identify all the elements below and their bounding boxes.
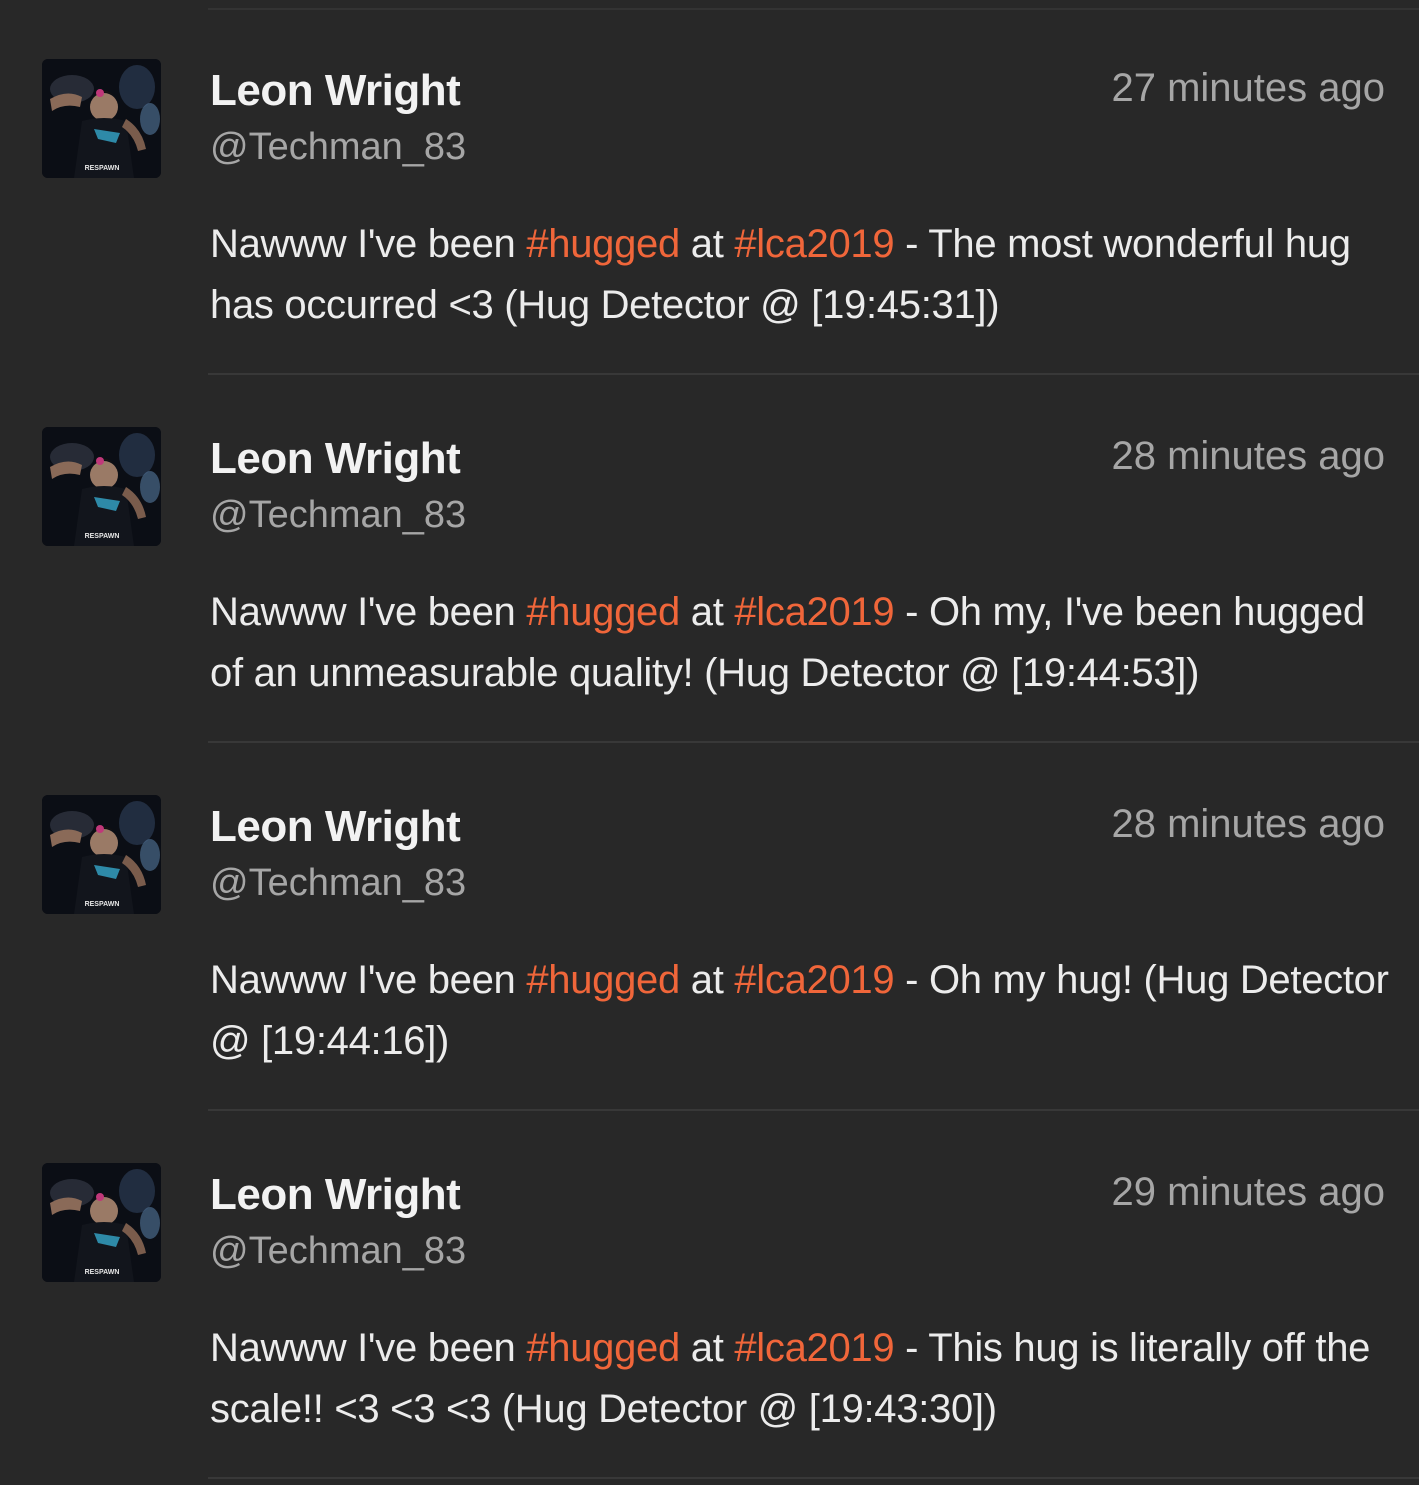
tweet-text-segment: Nawww I've been: [210, 1326, 527, 1370]
avatar[interactable]: RESPAWN: [42, 1163, 161, 1282]
tweet-text: Nawww I've been #hugged at #lca2019 - Oh…: [210, 950, 1390, 1072]
avatar-caption: RESPAWN: [85, 165, 120, 172]
tweet-item[interactable]: RESPAWN Leon Wright @Techman_83 29 minut…: [0, 1104, 1419, 1479]
avatar-caption: RESPAWN: [85, 901, 120, 908]
avatar-image: RESPAWN: [42, 427, 161, 546]
hashtag-link[interactable]: #lca2019: [734, 590, 894, 634]
tweet-text-segment: Nawww I've been: [210, 222, 527, 266]
hashtag-link[interactable]: #hugged: [526, 1326, 680, 1370]
author-handle[interactable]: @Techman_83: [210, 126, 466, 169]
author-name[interactable]: Leon Wright: [210, 1170, 461, 1220]
avatar-image: RESPAWN: [42, 1163, 161, 1282]
tweet-divider: [208, 1477, 1419, 1479]
tweet-text-segment: at: [679, 1326, 735, 1370]
author-name[interactable]: Leon Wright: [210, 802, 461, 852]
tweet-item[interactable]: RESPAWN Leon Wright @Techman_83 28 minut…: [0, 368, 1419, 743]
tweet-item[interactable]: RESPAWN Leon Wright @Techman_83 27 minut…: [0, 0, 1419, 375]
author-name[interactable]: Leon Wright: [210, 66, 461, 116]
hashtag-link[interactable]: #lca2019: [734, 958, 894, 1002]
hashtag-link[interactable]: #lca2019: [734, 222, 894, 266]
tweet-text: Nawww I've been #hugged at #lca2019 - Th…: [210, 1318, 1390, 1440]
timestamp[interactable]: 28 minutes ago: [1111, 802, 1385, 847]
tweet-text: Nawww I've been #hugged at #lca2019 - Th…: [210, 214, 1390, 336]
timestamp[interactable]: 28 minutes ago: [1111, 434, 1385, 479]
tweet-text: Nawww I've been #hugged at #lca2019 - Oh…: [210, 582, 1390, 704]
author-handle[interactable]: @Techman_83: [210, 494, 466, 537]
author-handle[interactable]: @Techman_83: [210, 1230, 466, 1273]
tweet-item[interactable]: RESPAWN Leon Wright @Techman_83 28 minut…: [0, 736, 1419, 1111]
timestamp[interactable]: 29 minutes ago: [1111, 1170, 1385, 1215]
avatar-image: RESPAWN: [42, 795, 161, 914]
hashtag-link[interactable]: #hugged: [526, 958, 680, 1002]
tweet-text-segment: at: [679, 222, 735, 266]
avatar[interactable]: RESPAWN: [42, 795, 161, 914]
hashtag-link[interactable]: #lca2019: [734, 1326, 894, 1370]
avatar[interactable]: RESPAWN: [42, 427, 161, 546]
hashtag-link[interactable]: #hugged: [526, 590, 680, 634]
timestamp[interactable]: 27 minutes ago: [1111, 66, 1385, 111]
tweet-text-segment: Nawww I've been: [210, 958, 527, 1002]
avatar[interactable]: RESPAWN: [42, 59, 161, 178]
tweet-text-segment: at: [679, 590, 735, 634]
author-name[interactable]: Leon Wright: [210, 434, 461, 484]
tweet-text-segment: Nawww I've been: [210, 590, 527, 634]
avatar-caption: RESPAWN: [85, 1269, 120, 1276]
tweet-text-segment: at: [679, 958, 735, 1002]
avatar-caption: RESPAWN: [85, 533, 120, 540]
hashtag-link[interactable]: #hugged: [526, 222, 680, 266]
author-handle[interactable]: @Techman_83: [210, 862, 466, 905]
avatar-image: RESPAWN: [42, 59, 161, 178]
